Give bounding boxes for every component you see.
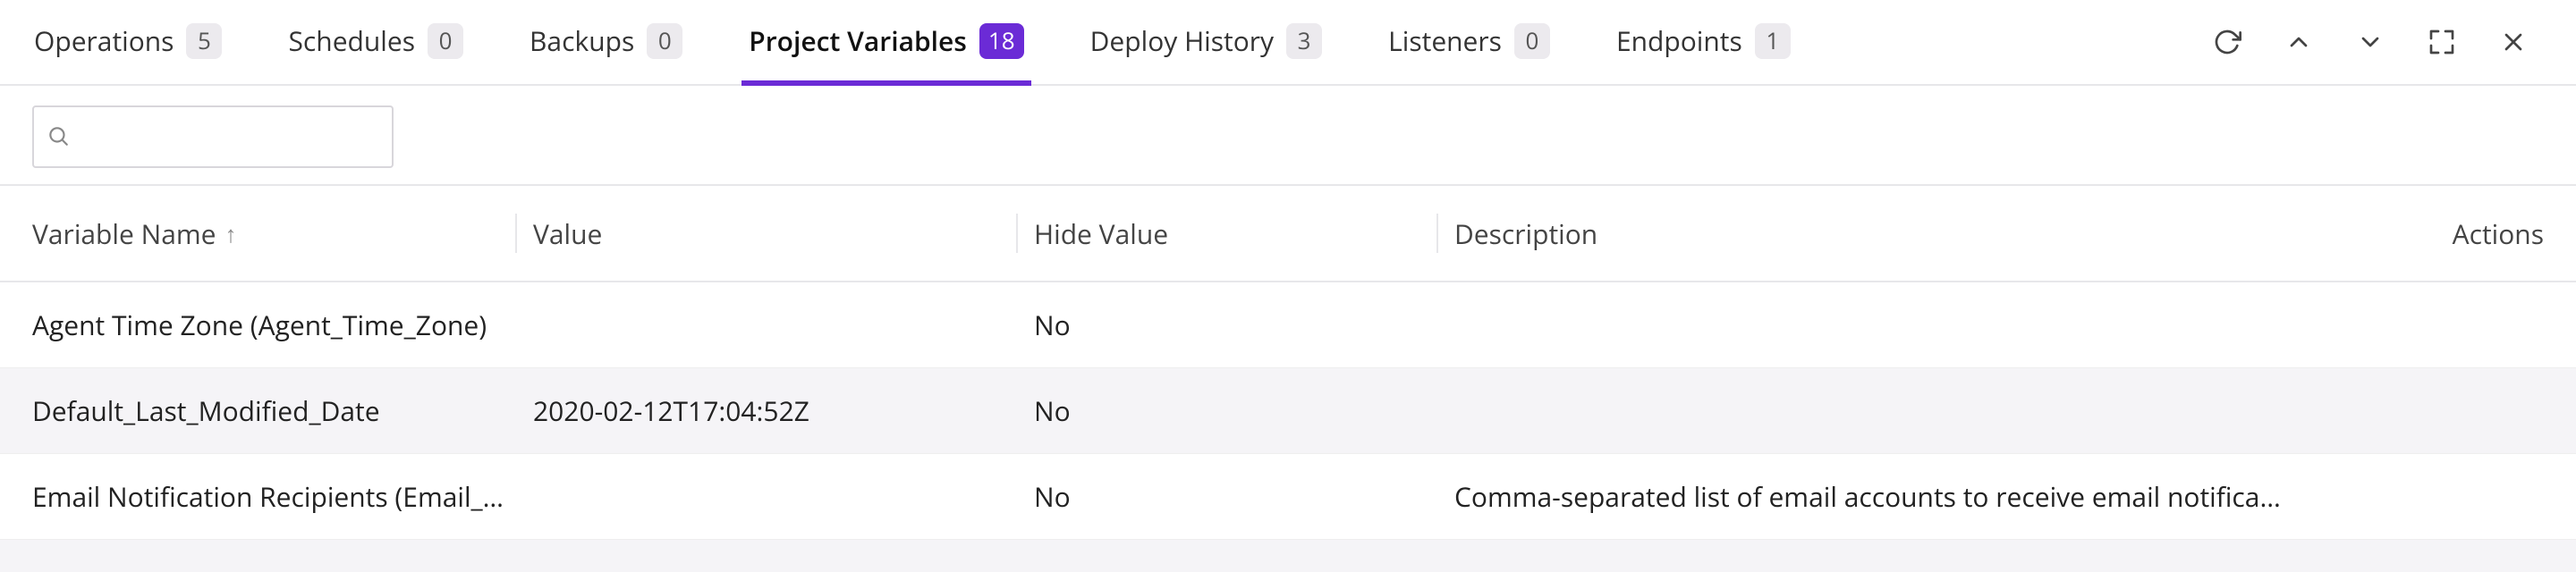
table-row[interactable]: Default_Last_Modified_Date 2020-02-12T17… bbox=[0, 368, 2576, 454]
tab-label: Backups bbox=[530, 25, 634, 57]
tab-badge: 0 bbox=[647, 23, 682, 59]
tab-label: Deploy History bbox=[1090, 25, 1274, 57]
tab-label: Operations bbox=[34, 25, 174, 57]
column-description[interactable]: Description bbox=[1454, 215, 2311, 252]
column-label: Variable Name bbox=[32, 215, 216, 252]
cell-hide-value: No bbox=[1034, 307, 1454, 343]
cell-hide-value: No bbox=[1034, 564, 1454, 572]
cell-variable-name: Email Notification Recipients (Email_R..… bbox=[32, 478, 533, 515]
search-bar bbox=[0, 86, 2576, 186]
tab-bar: Operations 5 Schedules 0 Backups 0 Proje… bbox=[0, 0, 2576, 86]
table-row[interactable]: Agent Time Zone (Agent_Time_Zone) No bbox=[0, 282, 2576, 368]
tab-label: Schedules bbox=[288, 25, 415, 57]
tab-label: Listeners bbox=[1388, 25, 1502, 57]
cell-variable-name: Default_Last_Modified_Date bbox=[32, 392, 533, 429]
table-row[interactable]: Email Notification Recipients (Email_R..… bbox=[0, 454, 2576, 540]
expand-icon[interactable] bbox=[2424, 24, 2460, 60]
tab-badge: 1 bbox=[1755, 23, 1791, 59]
cell-variable-name: Email Notifications Sender Account (E... bbox=[32, 564, 533, 572]
search-box[interactable] bbox=[32, 105, 394, 168]
tab-deploy-history[interactable]: Deploy History 3 bbox=[1083, 0, 1329, 86]
tab-schedules[interactable]: Schedules 0 bbox=[281, 0, 470, 86]
table-header: Variable Name ↑ Value Hide Value Descrip… bbox=[0, 186, 2576, 282]
tab-listeners[interactable]: Listeners 0 bbox=[1381, 0, 1557, 86]
tab-operations[interactable]: Operations 5 bbox=[27, 0, 229, 86]
tab-endpoints[interactable]: Endpoints 1 bbox=[1609, 0, 1798, 86]
chevron-down-icon[interactable] bbox=[2352, 24, 2388, 60]
cell-hide-value: No bbox=[1034, 478, 1454, 515]
search-icon bbox=[47, 119, 70, 156]
tab-badge: 0 bbox=[428, 23, 463, 59]
tab-label: Project Variables bbox=[749, 25, 967, 57]
cell-value: 2020-02-12T17:04:52Z bbox=[533, 392, 1034, 429]
cell-hide-value: No bbox=[1034, 392, 1454, 429]
cell-variable-name: Agent Time Zone (Agent_Time_Zone) bbox=[32, 307, 533, 343]
close-icon[interactable] bbox=[2496, 24, 2531, 60]
cell-description: Comma-separated list of email accounts t… bbox=[1454, 478, 2311, 515]
sort-ascending-icon: ↑ bbox=[225, 217, 237, 249]
column-value[interactable]: Value bbox=[533, 215, 1034, 252]
column-label: Description bbox=[1454, 215, 1597, 252]
refresh-icon[interactable] bbox=[2209, 24, 2245, 60]
tab-badge: 18 bbox=[979, 23, 1024, 59]
tab-label: Endpoints bbox=[1616, 25, 1742, 57]
column-label: Hide Value bbox=[1034, 215, 1168, 252]
tab-badge: 5 bbox=[186, 23, 222, 59]
table-row[interactable]: Email Notifications Sender Account (E...… bbox=[0, 540, 2576, 572]
tab-badge: 3 bbox=[1286, 23, 1322, 59]
tab-actions bbox=[2209, 24, 2549, 60]
search-input[interactable] bbox=[79, 122, 402, 151]
cell-description: Email account used to send email notific… bbox=[1454, 564, 2311, 572]
column-variable-name[interactable]: Variable Name ↑ bbox=[32, 215, 533, 252]
tab-backups[interactable]: Backups 0 bbox=[522, 0, 690, 86]
column-hide-value[interactable]: Hide Value bbox=[1034, 215, 1454, 252]
column-label: Value bbox=[533, 215, 602, 252]
tabs: Operations 5 Schedules 0 Backups 0 Proje… bbox=[27, 0, 2209, 86]
tab-project-variables[interactable]: Project Variables 18 bbox=[741, 0, 1030, 86]
tab-badge: 0 bbox=[1514, 23, 1550, 59]
column-actions: Actions bbox=[2311, 215, 2544, 252]
column-label: Actions bbox=[2453, 215, 2544, 252]
chevron-up-icon[interactable] bbox=[2281, 24, 2317, 60]
